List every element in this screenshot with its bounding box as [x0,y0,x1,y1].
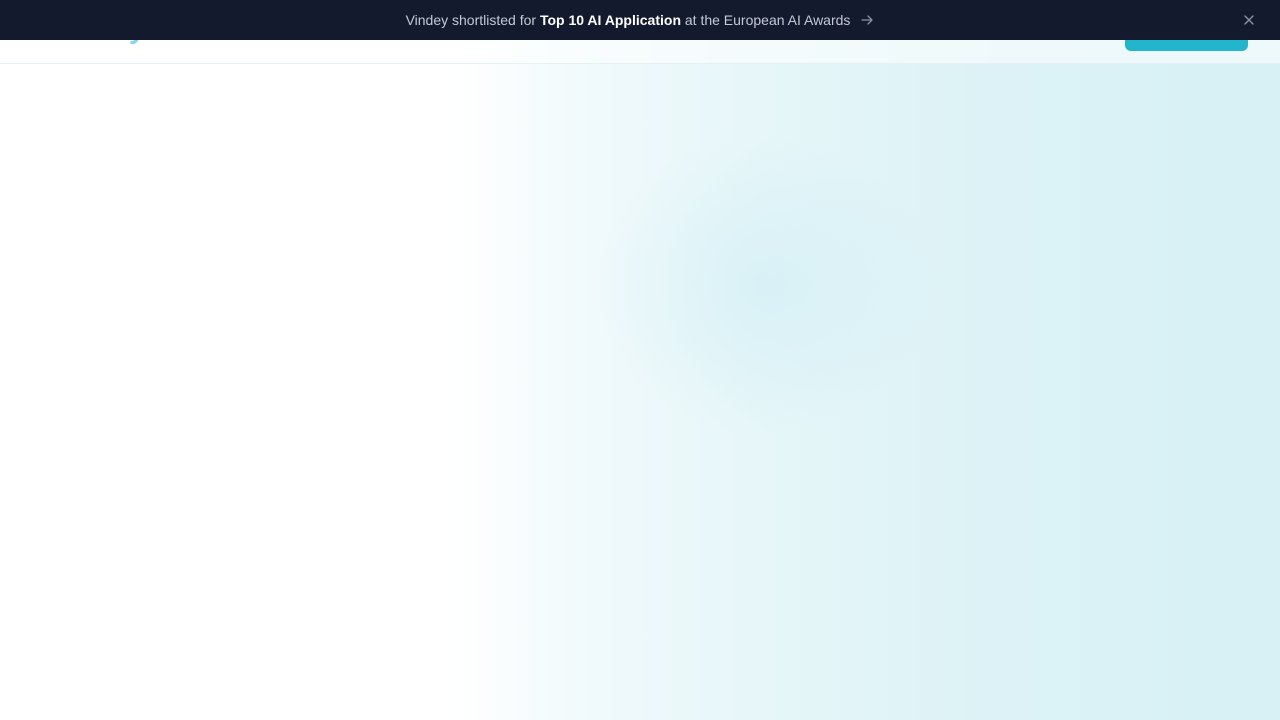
arrow-right-icon [861,15,874,25]
announcement-banner: Vindey shortlisted for Top 10 AI Applica… [0,0,1280,40]
banner-highlight: Top 10 AI Application [539,12,681,28]
banner-text-before: Vindey shortlisted for [405,12,540,28]
close-icon[interactable] [1242,13,1256,27]
announcement-link[interactable]: Vindey shortlisted for Top 10 AI Applica… [406,12,875,28]
banner-text-after: at the European AI Awards [681,12,851,28]
page: Vindey Vindey shortlisted for Top 10 AI … [0,0,1280,720]
